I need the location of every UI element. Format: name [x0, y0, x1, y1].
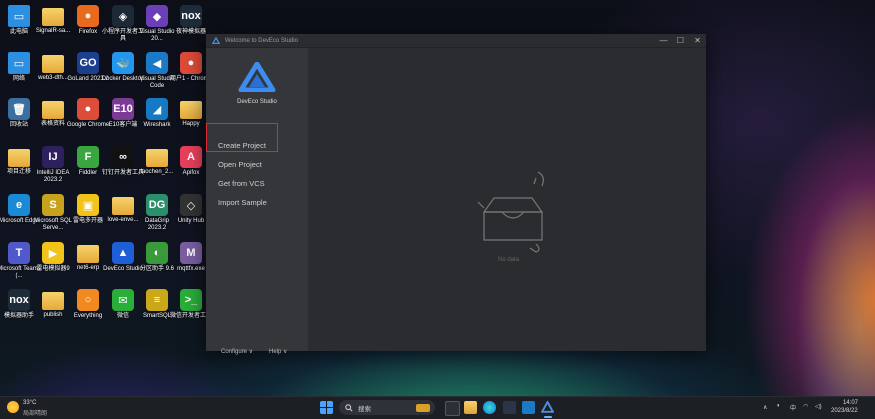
weather-description[interactable]: 局部晴朗	[23, 408, 47, 417]
task-view-icon[interactable]	[445, 401, 460, 416]
wifi-icon[interactable]: ◠	[803, 403, 808, 410]
app-icon: ●	[77, 98, 99, 120]
desktop-icon[interactable]: Mmqttfx.exe	[173, 242, 209, 273]
app-icon: ▣	[77, 194, 99, 216]
search-highlight-icon	[416, 403, 430, 412]
window-titlebar[interactable]: Welcome to DevEco Studio — ☐ ✕	[206, 34, 706, 48]
open-project-link[interactable]: Open Project	[218, 160, 262, 169]
folder-icon	[77, 245, 99, 263]
clock-date[interactable]: 2023/8/22	[831, 408, 858, 414]
taskbar-search[interactable]: 搜索	[339, 400, 435, 415]
welcome-sidebar: DevEco Studio Create Project Open Projec…	[206, 48, 308, 355]
vscode-icon[interactable]	[522, 401, 535, 414]
desktop-icon[interactable]: T Microsoft Teams (...	[0, 242, 41, 280]
deveco-taskbar-icon[interactable]	[541, 401, 554, 414]
app-icon: S	[42, 194, 64, 216]
ime-indicator[interactable]: 中	[790, 403, 796, 412]
close-button[interactable]: ✕	[689, 34, 706, 47]
desktop-icon[interactable]: Happy	[173, 98, 209, 128]
edge-icon[interactable]	[483, 401, 496, 414]
app-icon: ◆	[146, 5, 168, 27]
app-icon: ◇	[180, 194, 202, 216]
desktop-icon[interactable]: IJ IntelliJ IDEA 2023.2	[35, 146, 71, 184]
taskbar: 33°C 局部晴朗 搜索 ∧ ◑ 中 ◠ ◁) 14:07 2023/8/22	[0, 396, 875, 419]
folder-icon	[112, 197, 134, 215]
app-icon: 🗑	[8, 98, 30, 120]
welcome-main-panel: No data	[308, 48, 706, 351]
app-icon: DG	[146, 194, 168, 216]
store-icon[interactable]	[503, 401, 516, 414]
desktop-icon[interactable]: ◆ Visual Studio 20...	[139, 5, 175, 43]
clock-time[interactable]: 14:07	[843, 400, 858, 406]
weather-temp[interactable]: 33°C	[23, 400, 36, 406]
folder-icon	[42, 101, 64, 119]
app-icon: ◢	[146, 98, 168, 120]
app-icon: ◀	[146, 52, 168, 74]
app-icon: GO	[77, 52, 99, 74]
folder-icon	[8, 149, 30, 167]
app-icon: e	[8, 194, 30, 216]
search-icon	[345, 403, 353, 412]
app-icon: ▶	[42, 242, 64, 264]
folder-icon	[146, 149, 168, 167]
app-icon: F	[77, 146, 99, 168]
app-icon: ▲	[112, 242, 134, 264]
deveco-logo-icon	[238, 61, 276, 93]
desktop-icon[interactable]: ◇ Unity Hub	[173, 194, 209, 225]
folder-icon	[42, 55, 64, 73]
app-icon: ▭	[8, 52, 30, 74]
search-placeholder: 搜索	[358, 405, 371, 413]
volume-icon[interactable]: ◁)	[815, 403, 822, 410]
folder-icon	[42, 8, 64, 26]
desktop-icon[interactable]: >_ 微信开发者工具	[170, 289, 212, 320]
app-icon: >_	[180, 289, 202, 311]
folder-icon	[180, 101, 202, 119]
app-icon: T	[8, 242, 30, 264]
app-icon: ●	[77, 5, 99, 27]
app-icon: ◈	[112, 5, 134, 27]
tray-overflow-chevron[interactable]: ∧	[763, 404, 767, 411]
desktop-icon[interactable]: ◀ Visual Studio Code	[139, 52, 175, 90]
desktop-icon[interactable]: DG DataGrip 2023.2	[139, 194, 175, 232]
logo-name: DevEco Studio	[237, 99, 277, 105]
app-icon: nox	[8, 289, 30, 311]
app-icon: ○	[77, 289, 99, 311]
app-icon: ≡	[146, 289, 168, 311]
get-from-vcs-link[interactable]: Get from VCS	[218, 179, 265, 188]
help-menu[interactable]: Help ∨	[269, 348, 287, 355]
folder-icon	[42, 292, 64, 310]
desktop-icon[interactable]: ● 用户1 - Chrome	[170, 52, 212, 83]
app-icon: ▭	[8, 5, 30, 27]
desktop-icon[interactable]: nox 夜神模拟器	[173, 5, 209, 36]
deveco-app-icon	[212, 36, 220, 44]
minimize-button[interactable]: —	[655, 34, 672, 47]
desktop-icon[interactable]: A Apifox	[173, 146, 209, 177]
deveco-logo: DevEco Studio	[206, 61, 308, 105]
app-icon: M	[180, 242, 202, 264]
app-icon: A	[180, 146, 202, 168]
no-data-label: No data	[498, 257, 520, 263]
create-project-link[interactable]: Create Project	[218, 141, 266, 150]
import-sample-link[interactable]: Import Sample	[218, 198, 267, 207]
window-title: Welcome to DevEco Studio	[225, 37, 298, 44]
windows-start-icon[interactable]	[320, 401, 333, 414]
app-icon: ◐	[146, 242, 168, 264]
app-icon: ●	[180, 52, 202, 74]
configure-menu[interactable]: Configure ∨	[221, 348, 253, 355]
app-icon: nox	[180, 5, 202, 27]
file-explorer-icon[interactable]	[464, 401, 477, 414]
app-icon: E10	[112, 98, 134, 120]
app-icon: ✉	[112, 289, 134, 311]
empty-inbox-icon	[477, 171, 544, 253]
app-icon: 🐳	[112, 52, 134, 74]
desktop-icon[interactable]: S Microsoft SQL Serve...	[34, 194, 72, 232]
active-app-indicator	[544, 416, 552, 418]
tray-app-icon[interactable]: ◑	[776, 403, 780, 409]
deveco-welcome-window: Welcome to DevEco Studio — ☐ ✕ DevEco St…	[206, 34, 706, 355]
maximize-button[interactable]: ☐	[672, 34, 689, 47]
weather-icon[interactable]	[7, 401, 19, 413]
app-icon: ∞	[112, 146, 134, 168]
app-icon: IJ	[42, 146, 64, 168]
